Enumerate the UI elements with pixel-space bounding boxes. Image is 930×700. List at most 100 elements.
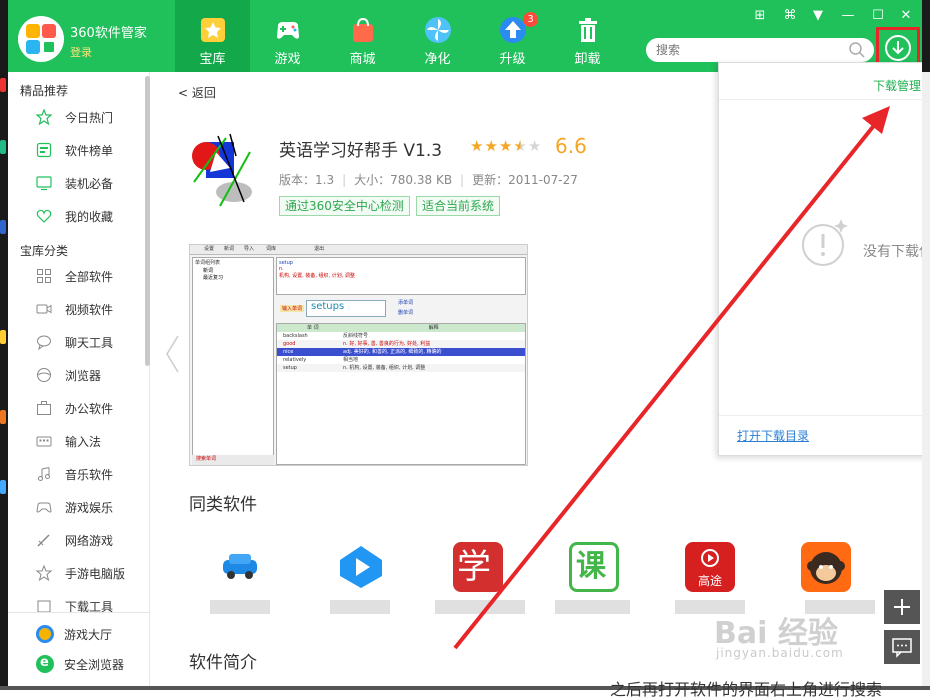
- tab-uninstall[interactable]: 卸载: [550, 0, 625, 72]
- sidebar-item-mobile-games[interactable]: 手游电脑版: [8, 558, 146, 588]
- screenshot-word-table: 单 词解释 backslash 反斜线符号 good n. 好, 好事, 善, 善良…: [276, 323, 526, 465]
- similar-app-play[interactable]: [336, 542, 386, 592]
- secure-browser-link[interactable]: e 安全浏览器: [8, 649, 150, 679]
- tab-mall[interactable]: 商城: [325, 0, 400, 72]
- similar-app-monkey[interactable]: [801, 542, 851, 592]
- screenshot-word-box: setup n. 机构, 设置, 装备, 组织, 计划, 调整: [276, 257, 526, 295]
- login-link[interactable]: 登录: [70, 44, 92, 60]
- star-outline-icon: [36, 565, 52, 581]
- game-hall-link[interactable]: 游戏大厅: [8, 619, 150, 649]
- sidebar-item-label: 聊天工具: [65, 336, 114, 350]
- maximize-icon[interactable]: ☐: [868, 6, 888, 26]
- gaotu-app-icon: 高途: [697, 574, 722, 588]
- car-app-icon: [223, 554, 257, 579]
- empty-alert-icon: [802, 219, 848, 266]
- tab-clean[interactable]: 净化: [400, 0, 475, 72]
- tab-label: 宝库: [199, 52, 226, 67]
- chat-icon: [37, 335, 51, 350]
- tab-label: 净化: [424, 52, 451, 67]
- similar-app-gaotu[interactable]: 高途: [685, 542, 735, 592]
- background-window-edge: [0, 0, 8, 690]
- app-screenshot[interactable]: 设置 新词 导入 词库 退出 单词组列表 新词 最近复习 搜索单词 setup n. 机…: [189, 244, 528, 466]
- tab-baoku[interactable]: 宝库: [175, 0, 250, 72]
- sidebar-item-video[interactable]: 视频软件: [8, 294, 146, 324]
- heart-icon: [36, 209, 52, 223]
- feedback-button[interactable]: [884, 630, 920, 664]
- screenshot-tree: 单词组列表 新词 最近复习: [192, 257, 274, 463]
- sidebar-item-label: 网络游戏: [65, 534, 114, 548]
- size-text: 大小：780.38 KB: [354, 173, 453, 187]
- sidebar-item-download-tools[interactable]: 下载工具: [8, 591, 146, 612]
- intro-section-title: 软件简介: [189, 653, 257, 673]
- monkey-app-icon: [807, 552, 845, 584]
- list-icon: [36, 142, 52, 158]
- menu-dropdown-icon[interactable]: ▼: [808, 6, 828, 26]
- similar-app-label-placeholder: [210, 600, 270, 614]
- sidebar-item-label: 游戏娱乐: [65, 501, 114, 515]
- rating-star-icon: ★: [484, 137, 499, 155]
- app-logo-icon: [18, 16, 64, 62]
- baidu-watermark-url: jingyan.baidu.com: [716, 646, 844, 660]
- sidebar-item-favorites[interactable]: 我的收藏: [8, 201, 146, 231]
- sidebar-item-ranking[interactable]: 软件榜单: [8, 135, 146, 165]
- sidebar-item-label: 音乐软件: [65, 468, 114, 482]
- open-download-dir-link[interactable]: 打开下载目录: [737, 427, 809, 444]
- tab-label: 商城: [349, 52, 376, 67]
- similar-app-label-placeholder: [330, 600, 390, 614]
- similar-app-car[interactable]: [215, 542, 265, 592]
- sidebar-item-input-method[interactable]: 输入法: [8, 426, 146, 456]
- sidebar-bottom: 游戏大厅 e 安全浏览器: [8, 612, 150, 686]
- feedback-icon: [892, 638, 912, 658]
- sidebar-item-hot-today[interactable]: 今日热门: [8, 102, 146, 132]
- search-input[interactable]: [646, 38, 874, 62]
- gamepad-icon: [277, 22, 299, 39]
- sidebar-item-chat[interactable]: 聊天工具: [8, 327, 146, 357]
- tab-games[interactable]: 游戏: [250, 0, 325, 72]
- sidebar-item-label: 装机必备: [65, 177, 114, 191]
- search-icon[interactable]: [848, 41, 866, 59]
- desktop-icon: [0, 480, 6, 494]
- video-icon: [36, 304, 52, 314]
- bag-icon: [353, 17, 373, 42]
- download-tool-icon: [37, 600, 51, 612]
- sidebar-item-office[interactable]: 办公软件: [8, 393, 146, 423]
- back-link[interactable]: < 返回: [178, 84, 216, 101]
- settings-grid-icon[interactable]: ⌘: [780, 6, 800, 26]
- sidebar-item-label: 手游电脑版: [65, 567, 126, 581]
- skin-icon[interactable]: ⊞: [750, 6, 770, 26]
- background-window-edge: [922, 0, 930, 690]
- download-panel-title: 下载管理: [872, 79, 921, 93]
- star-outline-icon: [36, 109, 52, 125]
- sidebar-item-essentials[interactable]: 装机必备: [8, 168, 146, 198]
- desktop-icon: [0, 78, 6, 92]
- sidebar-item-all[interactable]: 全部软件: [8, 261, 146, 291]
- gamepad-outline-icon: [36, 502, 52, 513]
- sidebar-group-title: 精品推荐: [20, 84, 69, 98]
- minimize-icon[interactable]: —: [838, 6, 858, 26]
- tab-label: 游戏: [274, 52, 301, 67]
- tab-upgrade[interactable]: 3 升级: [475, 0, 550, 72]
- app-title: 英语学习好帮手 V1.3: [279, 141, 443, 161]
- browser-icon: [37, 368, 51, 382]
- sidebar-item-label: 视频软件: [65, 303, 114, 317]
- download-manager-panel: 下载管理 没有下载任务 打开下载目录: [718, 62, 930, 456]
- sidebar-item-browser[interactable]: 浏览器: [8, 360, 146, 390]
- chevron-left-icon[interactable]: [164, 334, 180, 374]
- similar-app-xue[interactable]: 学: [453, 542, 503, 592]
- app-icon: [192, 133, 252, 207]
- app-meta: 版本：1.3 | 大小：780.38 KB | 更新：2011-07-27: [279, 173, 578, 187]
- star-icon: [201, 18, 225, 42]
- play-app-icon: [340, 546, 382, 588]
- sidebar-item-entertainment[interactable]: 游戏娱乐: [8, 492, 146, 522]
- play-circle-icon: [701, 549, 719, 567]
- add-button[interactable]: [884, 590, 920, 624]
- divider: [719, 415, 929, 416]
- similar-app-ke[interactable]: 课: [569, 542, 619, 592]
- sidebar-item-music[interactable]: 音乐软件: [8, 459, 146, 489]
- ke-app-icon: 课: [576, 549, 606, 584]
- close-icon[interactable]: ✕: [896, 6, 916, 26]
- sidebar-item-online-games[interactable]: 网络游戏: [8, 525, 146, 555]
- game-hall-icon: [36, 625, 54, 643]
- briefcase-icon: [37, 401, 51, 415]
- tab-label: 升级: [499, 52, 526, 67]
